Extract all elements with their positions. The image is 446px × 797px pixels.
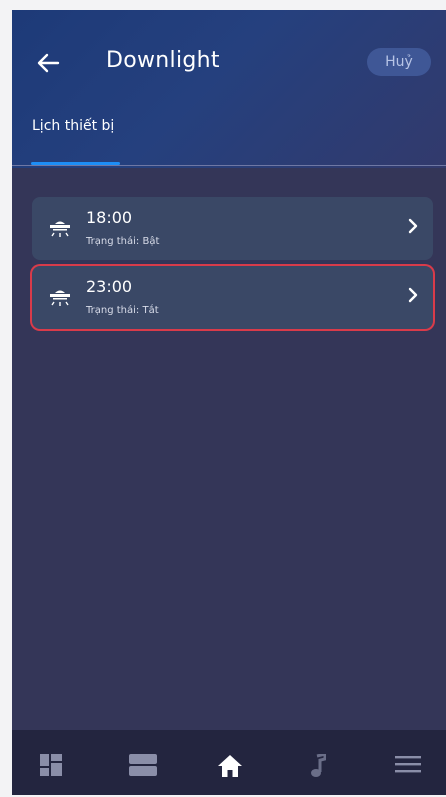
home-icon bbox=[218, 755, 242, 777]
schedule-status: Trạng thái: Tắt bbox=[86, 305, 159, 316]
page-title: Downlight bbox=[106, 48, 220, 73]
schedule-time: 18:00 bbox=[86, 208, 133, 227]
nav-menu[interactable] bbox=[395, 754, 421, 778]
music-icon bbox=[311, 752, 327, 777]
header: Downlight Huỷ Lịch thiết bị bbox=[12, 10, 446, 168]
nav-rooms[interactable] bbox=[129, 754, 157, 780]
arrow-left-icon bbox=[37, 53, 60, 73]
nav-home[interactable] bbox=[217, 754, 243, 782]
schedule-status: Trạng thái: Bật bbox=[86, 236, 160, 247]
schedule-time: 23:00 bbox=[86, 277, 133, 296]
divider bbox=[12, 165, 446, 166]
rooms-icon bbox=[129, 754, 157, 776]
nav-dashboard[interactable] bbox=[40, 754, 62, 780]
schedule-item[interactable]: 18:00 Trạng thái: Bật bbox=[32, 197, 433, 260]
chevron-right-icon bbox=[408, 218, 418, 234]
schedule-item[interactable]: 23:00 Trạng thái: Tắt bbox=[32, 266, 433, 329]
back-button[interactable] bbox=[36, 52, 60, 74]
cancel-button[interactable]: Huỷ bbox=[367, 48, 431, 76]
downlight-icon bbox=[50, 221, 70, 237]
tab-device-schedule[interactable]: Lịch thiết bị bbox=[32, 118, 114, 134]
chevron-right-icon bbox=[408, 287, 418, 303]
dashboard-icon bbox=[40, 754, 62, 776]
downlight-icon bbox=[50, 290, 70, 306]
app-screen: Downlight Huỷ Lịch thiết bị 18:00 Trạng … bbox=[12, 10, 446, 795]
nav-music[interactable] bbox=[310, 752, 327, 782]
bottom-nav bbox=[12, 730, 446, 795]
menu-icon bbox=[395, 756, 421, 773]
